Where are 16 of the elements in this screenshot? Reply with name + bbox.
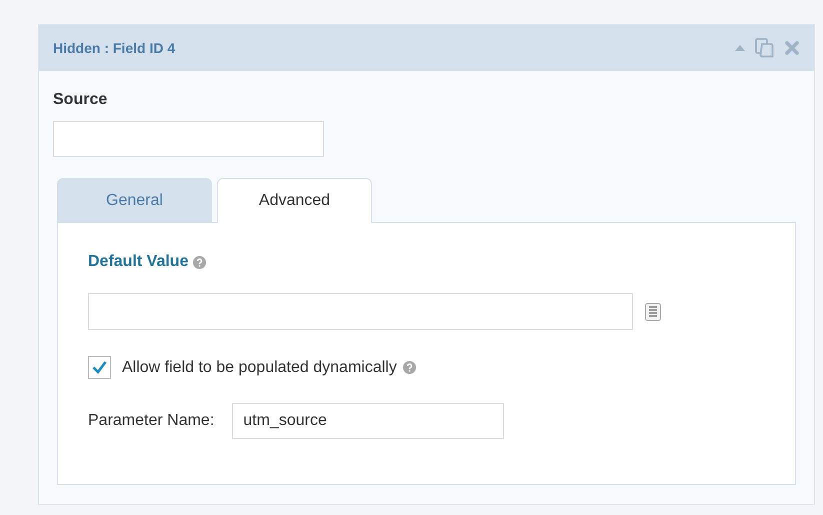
checkbox-label: Allow field to be populated dynamically: [122, 358, 397, 376]
parameter-name-label: Parameter Name:: [88, 412, 214, 430]
collapse-icon[interactable]: [734, 44, 746, 52]
default-value-field[interactable]: [88, 293, 633, 330]
panel-title: Hidden : Field ID 4: [53, 40, 176, 56]
source-label: Source: [53, 91, 108, 109]
merge-tags-icon[interactable]: [645, 302, 661, 320]
source-field[interactable]: [53, 121, 324, 157]
checkbox[interactable]: [88, 356, 111, 379]
default-value-label: Default Value: [88, 253, 188, 271]
duplicate-icon[interactable]: [754, 37, 776, 59]
tab[interactable]: Advanced: [217, 178, 372, 223]
help-icon[interactable]: [402, 361, 416, 374]
parameter-name-field[interactable]: utm_source: [232, 403, 504, 439]
help-icon[interactable]: [193, 256, 206, 268]
close-icon[interactable]: [784, 40, 800, 56]
